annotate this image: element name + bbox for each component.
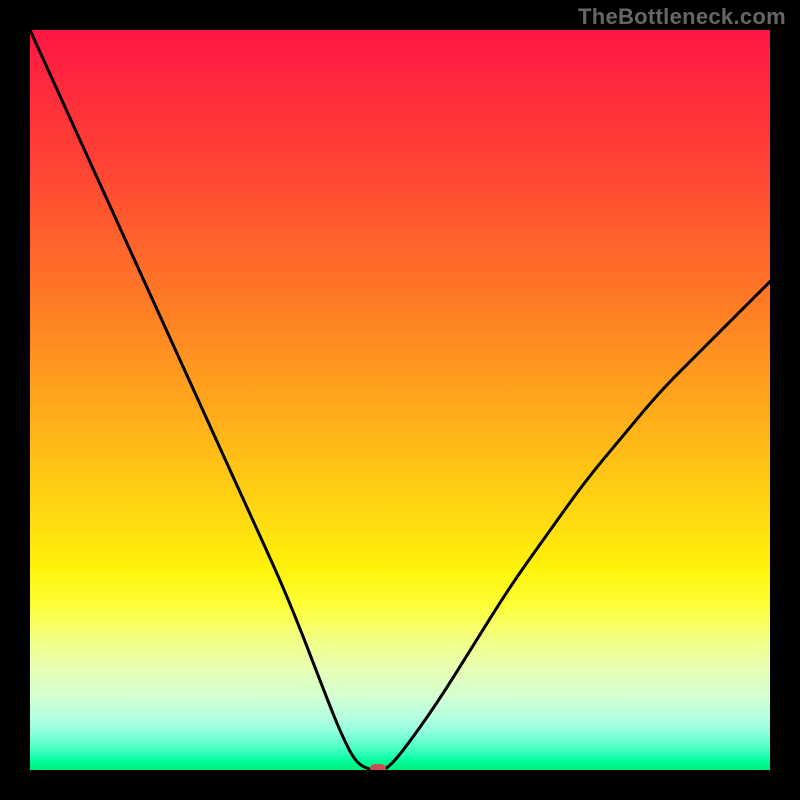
bottleneck-curve bbox=[30, 30, 770, 770]
optimal-point-marker bbox=[370, 764, 386, 770]
plot-area bbox=[30, 30, 770, 770]
watermark-text: TheBottleneck.com bbox=[578, 4, 786, 30]
chart-container: TheBottleneck.com bbox=[0, 0, 800, 800]
